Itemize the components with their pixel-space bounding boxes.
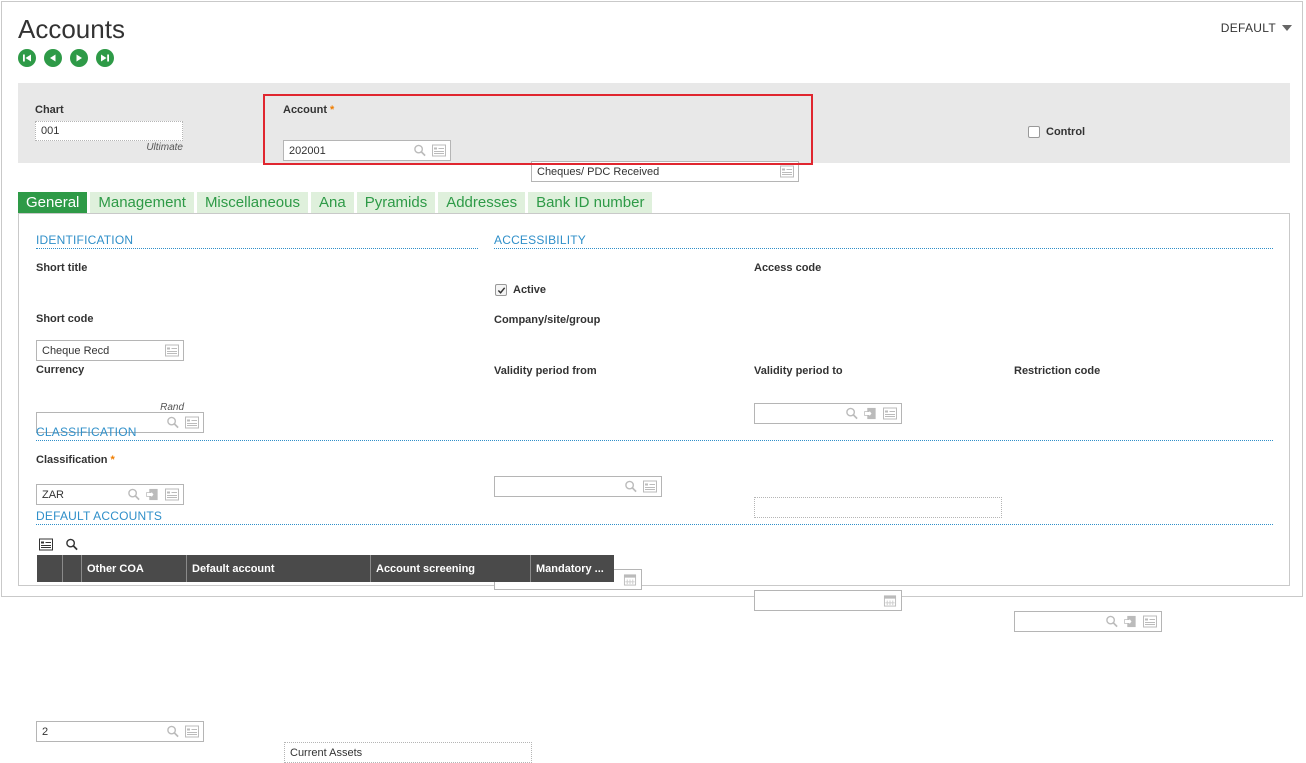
check-icon bbox=[497, 286, 505, 294]
validity-to-label: Validity period to bbox=[754, 365, 843, 377]
chart-label: Chart bbox=[35, 104, 64, 116]
tab-general[interactable]: General bbox=[18, 192, 88, 213]
restriction-code-field[interactable] bbox=[1014, 611, 1162, 632]
short-code-label: Short code bbox=[36, 313, 94, 325]
jump-to-icon[interactable] bbox=[145, 488, 161, 502]
jump-to-icon[interactable] bbox=[1123, 615, 1139, 629]
default-menu-label: DEFAULT bbox=[1220, 21, 1276, 35]
identification-section-title: IDENTIFICATION bbox=[36, 233, 134, 247]
tab-bank-id-number[interactable]: Bank ID number bbox=[528, 192, 653, 213]
control-checkbox-row[interactable]: Control bbox=[1028, 126, 1085, 138]
chart-field[interactable]: 001 bbox=[35, 121, 183, 141]
tab-bar: General Management Miscellaneous Ana Pyr… bbox=[18, 192, 653, 213]
general-tab-panel bbox=[18, 213, 1290, 586]
grid-detail-card-icon[interactable] bbox=[38, 537, 54, 551]
classification-divider bbox=[36, 440, 1273, 441]
account-description: Cheques/ PDC Received bbox=[537, 165, 660, 178]
search-icon[interactable] bbox=[1104, 615, 1120, 629]
grid-search-icon[interactable] bbox=[64, 537, 80, 551]
classification-section-title: CLASSIFICATION bbox=[36, 425, 137, 439]
company-site-group-field[interactable] bbox=[494, 476, 662, 497]
currency-field[interactable]: ZAR bbox=[36, 484, 184, 505]
control-label: Control bbox=[1046, 126, 1086, 138]
identification-divider bbox=[36, 248, 478, 249]
access-code-field[interactable] bbox=[754, 403, 902, 424]
calendar-icon[interactable] bbox=[882, 594, 898, 608]
column-header-default-account[interactable]: Default account bbox=[187, 555, 371, 582]
active-label: Active bbox=[513, 284, 547, 296]
validity-to-field[interactable] bbox=[754, 590, 902, 611]
default-accounts-section-title: DEFAULT ACCOUNTS bbox=[36, 509, 163, 523]
classification-label: Classification bbox=[36, 454, 108, 466]
chart-value: 001 bbox=[41, 125, 60, 137]
classification-description: Current Assets bbox=[290, 746, 363, 759]
access-code-label: Access code bbox=[754, 262, 822, 274]
default-accounts-divider bbox=[36, 524, 1273, 525]
grid-toolbar bbox=[38, 537, 80, 551]
tab-management[interactable]: Management bbox=[90, 192, 194, 213]
short-title-label: Short title bbox=[36, 262, 88, 274]
column-header-other-coa[interactable]: Other COA bbox=[82, 555, 187, 582]
first-record-icon[interactable] bbox=[18, 49, 36, 67]
short-title-value: Cheque Recd bbox=[42, 344, 110, 357]
required-mark: * bbox=[110, 454, 115, 466]
accessibility-divider bbox=[494, 248, 1273, 249]
accessibility-section-title: ACCESSIBILITY bbox=[494, 233, 586, 247]
currency-sub-label: Rand bbox=[160, 402, 184, 413]
column-header-account-screening[interactable]: Account screening bbox=[371, 555, 531, 582]
search-icon[interactable] bbox=[126, 488, 142, 502]
detail-card-icon[interactable] bbox=[779, 165, 795, 179]
classification-value: 2 bbox=[42, 725, 49, 738]
tab-addresses[interactable]: Addresses bbox=[438, 192, 526, 213]
next-record-icon[interactable] bbox=[70, 49, 88, 67]
calendar-icon[interactable] bbox=[622, 573, 638, 587]
classification-label-row: Classification * bbox=[36, 454, 115, 466]
currency-label: Currency bbox=[36, 364, 85, 376]
chart-sub-label: Ultimate bbox=[146, 142, 183, 153]
tab-pyramids[interactable]: Pyramids bbox=[356, 192, 436, 213]
classification-field[interactable]: 2 bbox=[36, 721, 204, 742]
record-navigation bbox=[18, 49, 114, 67]
control-checkbox[interactable] bbox=[1028, 126, 1040, 138]
detail-card-icon[interactable] bbox=[642, 480, 658, 494]
tab-miscellaneous[interactable]: Miscellaneous bbox=[196, 192, 308, 213]
grid-row-marker-column bbox=[37, 555, 63, 582]
column-header-mandatory[interactable]: Mandatory ... bbox=[531, 555, 614, 582]
validity-from-label: Validity period from bbox=[494, 365, 597, 377]
active-checkbox[interactable] bbox=[495, 284, 507, 296]
default-menu[interactable]: DEFAULT bbox=[1221, 21, 1292, 35]
detail-card-icon[interactable] bbox=[184, 725, 200, 739]
active-checkbox-row[interactable]: Active bbox=[495, 284, 546, 296]
search-icon[interactable] bbox=[165, 416, 181, 430]
detail-card-icon[interactable] bbox=[164, 488, 180, 502]
previous-record-icon[interactable] bbox=[44, 49, 62, 67]
company-site-group-description-field bbox=[754, 497, 1002, 518]
restriction-code-label: Restriction code bbox=[1014, 365, 1101, 377]
short-title-field[interactable]: Cheque Recd bbox=[36, 340, 184, 361]
tab-ana[interactable]: Ana bbox=[310, 192, 354, 213]
page-title: Accounts bbox=[18, 14, 125, 44]
search-icon[interactable] bbox=[623, 480, 639, 494]
company-site-group-label: Company/site/group bbox=[494, 314, 601, 326]
detail-card-icon[interactable] bbox=[164, 344, 180, 358]
jump-to-icon[interactable] bbox=[863, 407, 879, 421]
last-record-icon[interactable] bbox=[96, 49, 114, 67]
account-highlight-box bbox=[263, 94, 813, 165]
grid-select-column bbox=[63, 555, 82, 582]
caret-down-icon bbox=[1282, 25, 1292, 31]
search-icon[interactable] bbox=[844, 407, 860, 421]
detail-card-icon[interactable] bbox=[184, 416, 200, 430]
detail-card-icon[interactable] bbox=[1142, 615, 1158, 629]
default-accounts-grid-header: Other COA Default account Account screen… bbox=[37, 555, 614, 582]
classification-description-field: Current Assets bbox=[284, 742, 532, 763]
detail-card-icon[interactable] bbox=[882, 407, 898, 421]
search-icon[interactable] bbox=[165, 725, 181, 739]
currency-value: ZAR bbox=[42, 488, 64, 501]
